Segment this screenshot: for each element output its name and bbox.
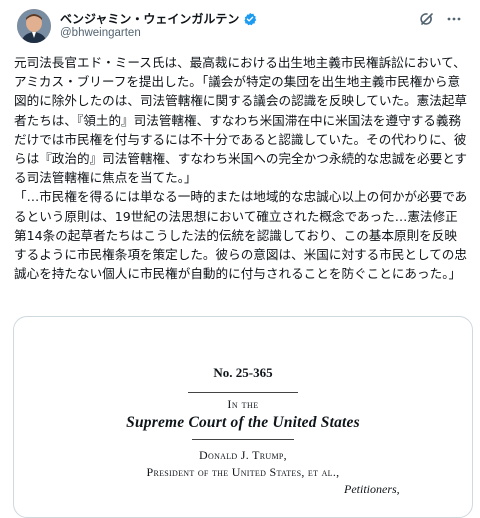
court-name: Supreme Court of the United States bbox=[126, 414, 360, 431]
author-handle[interactable]: @bhweingarten bbox=[60, 27, 141, 39]
avatar-image bbox=[17, 9, 51, 43]
grok-icon[interactable] bbox=[419, 11, 435, 27]
tweet-paragraph: 元司法長官エド・ミース氏は、最高裁における出生地主義市民権訴訟において、アミカス… bbox=[14, 55, 467, 186]
tweet-paragraph: 「…市民権を得るには単なる一時的または地域的な忠誠心以上の何かが必要であるという… bbox=[14, 189, 468, 282]
author-display-name[interactable]: ベンジャミン・ウェインガルテン bbox=[60, 10, 239, 27]
party-name: Donald J. Trump, bbox=[199, 448, 287, 462]
verified-badge-icon bbox=[243, 11, 257, 26]
doc-in-the: In the bbox=[227, 397, 259, 411]
party-title: President of the United States, et al., bbox=[146, 465, 340, 479]
more-options-icon[interactable] bbox=[445, 11, 463, 27]
party-role: Petitioners, bbox=[344, 482, 400, 496]
docket-number: No. 25-365 bbox=[213, 365, 273, 380]
avatar[interactable] bbox=[17, 9, 51, 43]
tweet-text: 元司法長官エド・ミース氏は、最高裁における出生地主義市民権訴訟において、アミカス… bbox=[14, 53, 468, 283]
author-name-row: ベンジャミン・ウェインガルテン bbox=[60, 9, 257, 27]
document-image-card[interactable]: No. 25-365 In the Supreme Court of the U… bbox=[13, 316, 473, 518]
divider bbox=[192, 439, 294, 440]
divider bbox=[188, 392, 298, 393]
